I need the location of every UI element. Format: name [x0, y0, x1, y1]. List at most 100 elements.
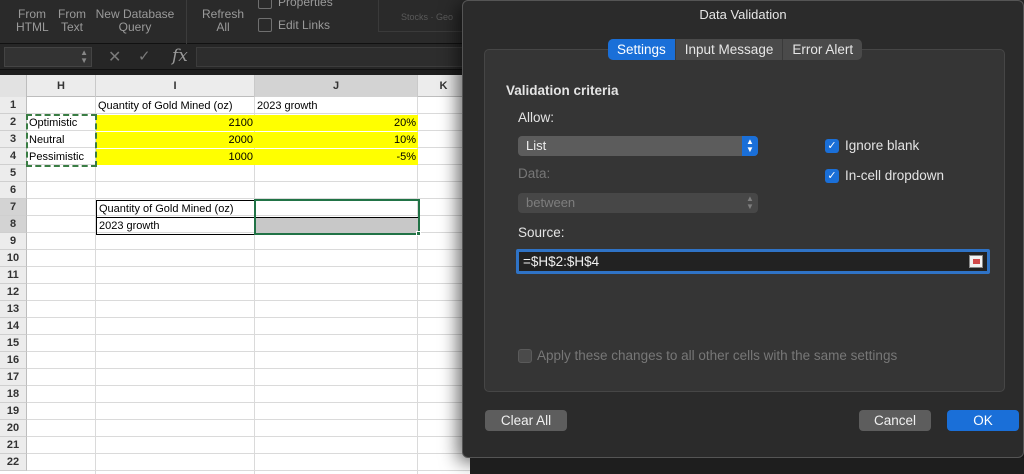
data-label: Data: — [518, 166, 551, 181]
row-header[interactable]: 20 — [0, 420, 27, 437]
apply-all-checkbox — [518, 349, 532, 363]
new-database-query-button[interactable]: New Database Query — [95, 8, 175, 33]
cell-i1[interactable]: Quantity of Gold Mined (oz) — [96, 98, 255, 114]
row-header[interactable]: 15 — [0, 335, 27, 352]
in-cell-dropdown-checkbox[interactable]: ✓ — [825, 169, 839, 183]
row-header[interactable]: 21 — [0, 437, 27, 454]
edit-links-button[interactable]: Edit Links — [258, 18, 330, 32]
row-header[interactable]: 16 — [0, 352, 27, 369]
row-header[interactable]: 11 — [0, 267, 27, 284]
name-box-stepper-icon[interactable]: ▲ ▼ — [80, 49, 88, 65]
row-header[interactable]: 14 — [0, 318, 27, 335]
allow-select-chevron-icon: ▲ ▼ — [742, 136, 758, 156]
cancel-button[interactable]: Cancel — [859, 410, 931, 431]
cell-i3[interactable]: 2000 — [96, 132, 255, 148]
new-db-query-label-1: New Database — [95, 7, 175, 21]
allow-select-value: List — [526, 138, 547, 153]
fill-handle[interactable] — [416, 231, 421, 236]
refresh-all-button[interactable]: Refresh All — [200, 8, 246, 33]
select-all-corner[interactable] — [0, 75, 27, 97]
row-gridline — [27, 334, 470, 335]
row-header[interactable]: 1 — [0, 97, 27, 114]
column-header-i[interactable]: I — [96, 75, 255, 97]
dialog-title: Data Validation — [699, 7, 787, 22]
from-text-label-2: Text — [60, 20, 83, 34]
properties-label: Properties — [278, 0, 333, 9]
stocks-geography-gallery[interactable]: Stocks · Geo — [378, 0, 468, 32]
confirm-entry-icon[interactable]: ✓ — [138, 47, 151, 65]
data-select-chevron-icon: ▲ ▼ — [746, 194, 754, 211]
copy-marquee — [26, 114, 97, 167]
row-gridline — [27, 351, 470, 352]
source-input-value: =$H$2:$H$4 — [523, 254, 600, 269]
apply-all-label: Apply these changes to all other cells w… — [537, 348, 898, 363]
name-box[interactable]: ▲ ▼ — [4, 47, 92, 67]
row-header[interactable]: 13 — [0, 301, 27, 318]
cell-j3[interactable]: 10% — [255, 132, 418, 148]
insert-function-icon[interactable]: fx — [172, 46, 188, 66]
row-header[interactable]: 7 — [0, 199, 27, 216]
ignore-blank-checkbox[interactable]: ✓ — [825, 139, 839, 153]
collapse-dialog-icon[interactable] — [969, 255, 983, 268]
cell-j4[interactable]: -5% — [255, 149, 418, 165]
selection-border — [254, 199, 420, 235]
row-gridline — [27, 368, 470, 369]
cancel-entry-icon[interactable]: ✕ — [108, 47, 121, 67]
allow-select[interactable]: List ▲ ▼ — [518, 136, 758, 156]
from-html-label-1: From — [18, 7, 46, 21]
edit-links-icon — [258, 18, 272, 32]
row-gridline — [27, 266, 470, 267]
from-html-label-2: HTML — [16, 20, 49, 34]
stocks-label: Stocks · Geo — [401, 12, 454, 22]
row-header[interactable]: 22 — [0, 454, 27, 471]
data-select-value: between — [526, 195, 576, 210]
properties-icon — [258, 0, 272, 9]
cell-i4[interactable]: 1000 — [96, 149, 255, 165]
cell-i2[interactable]: 2100 — [96, 115, 255, 131]
row-header[interactable]: 4 — [0, 148, 27, 165]
row-header[interactable]: 12 — [0, 284, 27, 301]
cell-j2[interactable]: 20% — [255, 115, 418, 131]
settings-panel: Validation criteria Allow: List ▲ ▼ ✓ Ign… — [484, 49, 1005, 392]
tab-input-message[interactable]: Input Message — [676, 39, 784, 60]
from-text-button[interactable]: From Text — [56, 8, 88, 33]
edit-links-label: Edit Links — [278, 18, 331, 32]
from-text-label-1: From — [58, 7, 86, 21]
row-header[interactable]: 17 — [0, 369, 27, 386]
ok-button[interactable]: OK — [947, 410, 1019, 431]
cell-i7[interactable]: Quantity of Gold Mined (oz) — [96, 200, 256, 218]
tab-bar: Settings Input Message Error Alert — [608, 39, 863, 60]
row-gridline — [27, 249, 470, 250]
cell-i8[interactable]: 2023 growth — [96, 217, 256, 235]
row-header[interactable]: 18 — [0, 386, 27, 403]
row-header[interactable]: 2 — [0, 114, 27, 131]
clear-all-button[interactable]: Clear All — [485, 410, 567, 431]
row-header[interactable]: 9 — [0, 233, 27, 250]
validation-criteria-heading: Validation criteria — [506, 83, 619, 98]
row-gridline — [27, 453, 470, 454]
row-header[interactable]: 19 — [0, 403, 27, 420]
refresh-all-label-1: Refresh — [201, 7, 245, 21]
row-header[interactable]: 8 — [0, 216, 27, 233]
row-gridline — [27, 402, 470, 403]
spreadsheet-grid[interactable]: H I J K 1 2 3 4 5 6 7 8 9 10 11 12 13 14 15 16 17 18 19 20 2… — [0, 75, 470, 474]
allow-label: Allow: — [518, 110, 555, 125]
properties-button[interactable]: Properties — [258, 0, 333, 9]
row-gridline — [27, 300, 470, 301]
column-header-h[interactable]: H — [27, 75, 96, 97]
row-header[interactable]: 3 — [0, 131, 27, 148]
tab-error-alert[interactable]: Error Alert — [783, 39, 862, 60]
source-input[interactable]: =$H$2:$H$4 — [516, 249, 990, 274]
row-gridline — [27, 283, 470, 284]
refresh-all-label-2: All — [216, 20, 230, 34]
column-header-row: H I J K — [0, 75, 470, 97]
tab-settings[interactable]: Settings — [608, 39, 676, 60]
row-header[interactable]: 10 — [0, 250, 27, 267]
row-gridline — [27, 181, 470, 182]
row-header[interactable]: 5 — [0, 165, 27, 182]
column-header-j[interactable]: J — [255, 75, 418, 97]
in-cell-dropdown-label: In-cell dropdown — [845, 168, 945, 183]
cell-j1[interactable]: 2023 growth — [255, 98, 418, 114]
from-html-button[interactable]: From HTML — [16, 7, 49, 34]
row-header[interactable]: 6 — [0, 182, 27, 199]
